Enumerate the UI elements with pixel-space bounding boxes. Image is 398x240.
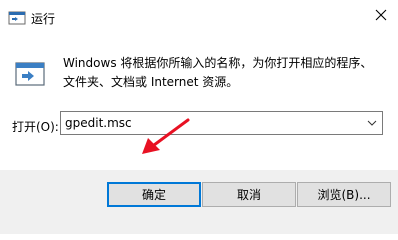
dropdown-button[interactable] xyxy=(362,112,382,134)
close-button[interactable] xyxy=(364,0,398,30)
dialog-description: Windows 将根据你所输入的名称，为你打开相应的程序、文件夹、文档或 Int… xyxy=(63,56,373,89)
close-icon xyxy=(375,9,387,21)
title-bar: 运行 xyxy=(0,0,398,36)
run-icon xyxy=(8,11,26,25)
browse-button[interactable]: 浏览(B)... xyxy=(297,182,391,207)
button-bar: 确定 取消 浏览(B)... xyxy=(0,170,398,234)
ok-button[interactable]: 确定 xyxy=(107,182,201,207)
chevron-down-icon xyxy=(367,120,377,126)
open-input[interactable] xyxy=(65,112,355,134)
dialog-content: Windows 将根据你所输入的名称，为你打开相应的程序、文件夹、文档或 Int… xyxy=(0,36,398,170)
run-program-icon xyxy=(15,62,45,86)
open-combobox[interactable] xyxy=(60,111,383,135)
cancel-button[interactable]: 取消 xyxy=(202,182,296,207)
window-title: 运行 xyxy=(31,12,56,26)
open-label: 打开(O): xyxy=(12,120,59,134)
